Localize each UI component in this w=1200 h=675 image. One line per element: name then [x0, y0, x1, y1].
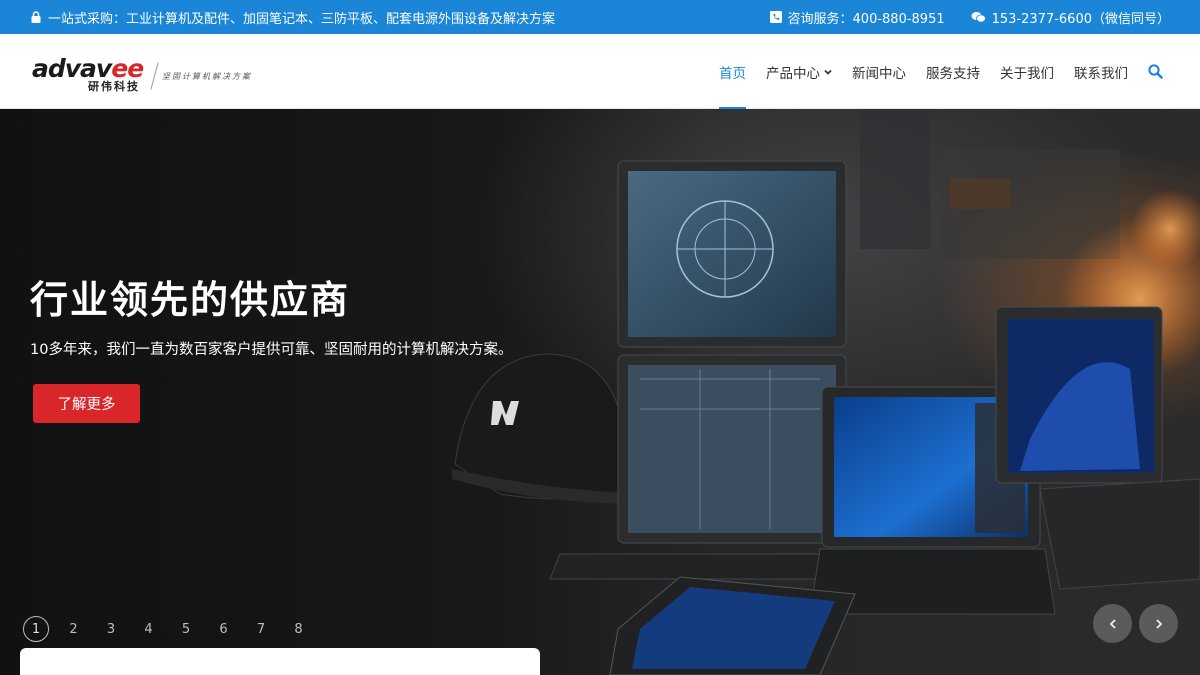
mobile-text[interactable]: 153-2377-6600（微信同号） [992, 8, 1170, 27]
slider-page-8[interactable]: 8 [286, 616, 312, 642]
nav-item-home[interactable]: 首页 [709, 34, 756, 109]
slider-page-4[interactable]: 4 [136, 616, 162, 642]
nav-item-about[interactable]: 关于我们 [990, 34, 1064, 109]
nav-item-label: 服务支持 [926, 65, 980, 82]
procurement-text: 一站式采购：工业计算机及配件、加固笔记本、三防平板、配套电源外围设备及解决方案 [48, 11, 556, 27]
hero-slider: 行业领先的供应商 10多年来，我们一直为数百家客户提供可靠、坚固耐用的计算机解决… [0, 109, 1200, 675]
nav-item-label: 首页 [719, 65, 746, 82]
slider-pagination: 1 2 3 4 5 6 7 8 [23, 616, 323, 642]
slider-prev-button[interactable] [1093, 604, 1132, 643]
hero-subtitle: 10多年来，我们一直为数百家客户提供可靠、坚固耐用的计算机解决方案。 [30, 342, 513, 358]
search-button[interactable] [1138, 34, 1172, 109]
main-nav: 首页 产品中心 新闻中心 服务支持 关于我们 联系我们 [709, 34, 1172, 109]
slider-page-6[interactable]: 6 [211, 616, 237, 642]
site-logo[interactable]: advavee 研伟科技 坚固计算机解决方案 [32, 54, 262, 94]
nav-item-label: 联系我们 [1074, 65, 1128, 82]
top-info-left: 一站式采购：工业计算机及配件、加固笔记本、三防平板、配套电源外围设备及解决方案 [30, 8, 555, 27]
nav-item-contact[interactable]: 联系我们 [1064, 34, 1138, 109]
nav-item-label: 新闻中心 [852, 65, 906, 82]
chevron-down-icon [824, 69, 832, 75]
hero-product-image [452, 109, 1200, 675]
top-contact: 咨询服务：400-880-8951 153-2377-6600（微信同号） [769, 8, 1170, 27]
wechat-icon [971, 12, 986, 23]
chevron-left-icon [1109, 618, 1116, 629]
top-info-bar: 一站式采购：工业计算机及配件、加固笔记本、三防平板、配套电源外围设备及解决方案 … [0, 0, 1200, 34]
phone-square-icon [769, 11, 782, 23]
hero-title: 行业领先的供应商 [30, 278, 351, 322]
nav-item-label: 关于我们 [1000, 65, 1054, 82]
slider-page-1[interactable]: 1 [23, 616, 49, 642]
slider-page-7[interactable]: 7 [248, 616, 274, 642]
slider-page-5[interactable]: 5 [173, 616, 199, 642]
nav-item-support[interactable]: 服务支持 [916, 34, 990, 109]
nav-item-products[interactable]: 产品中心 [756, 34, 842, 109]
logo-slogan: 坚固计算机解决方案 [162, 72, 252, 81]
slider-page-3[interactable]: 3 [98, 616, 124, 642]
search-icon [1147, 64, 1163, 79]
chevron-right-icon [1155, 618, 1162, 629]
nav-item-news[interactable]: 新闻中心 [842, 34, 916, 109]
slider-page-2[interactable]: 2 [61, 616, 87, 642]
site-header: advavee 研伟科技 坚固计算机解决方案 首页 产品中心 新闻中心 服务支持… [0, 34, 1200, 109]
logo-divider [150, 62, 159, 90]
lock-icon [31, 11, 41, 23]
slider-next-button[interactable] [1139, 604, 1178, 643]
learn-more-button[interactable]: 了解更多 [33, 384, 140, 423]
logo-cn-name: 研伟科技 [88, 80, 140, 93]
hotline-text[interactable]: 咨询服务：400-880-8951 [788, 8, 945, 27]
nav-item-label: 产品中心 [766, 65, 820, 82]
overlap-card [20, 648, 540, 675]
